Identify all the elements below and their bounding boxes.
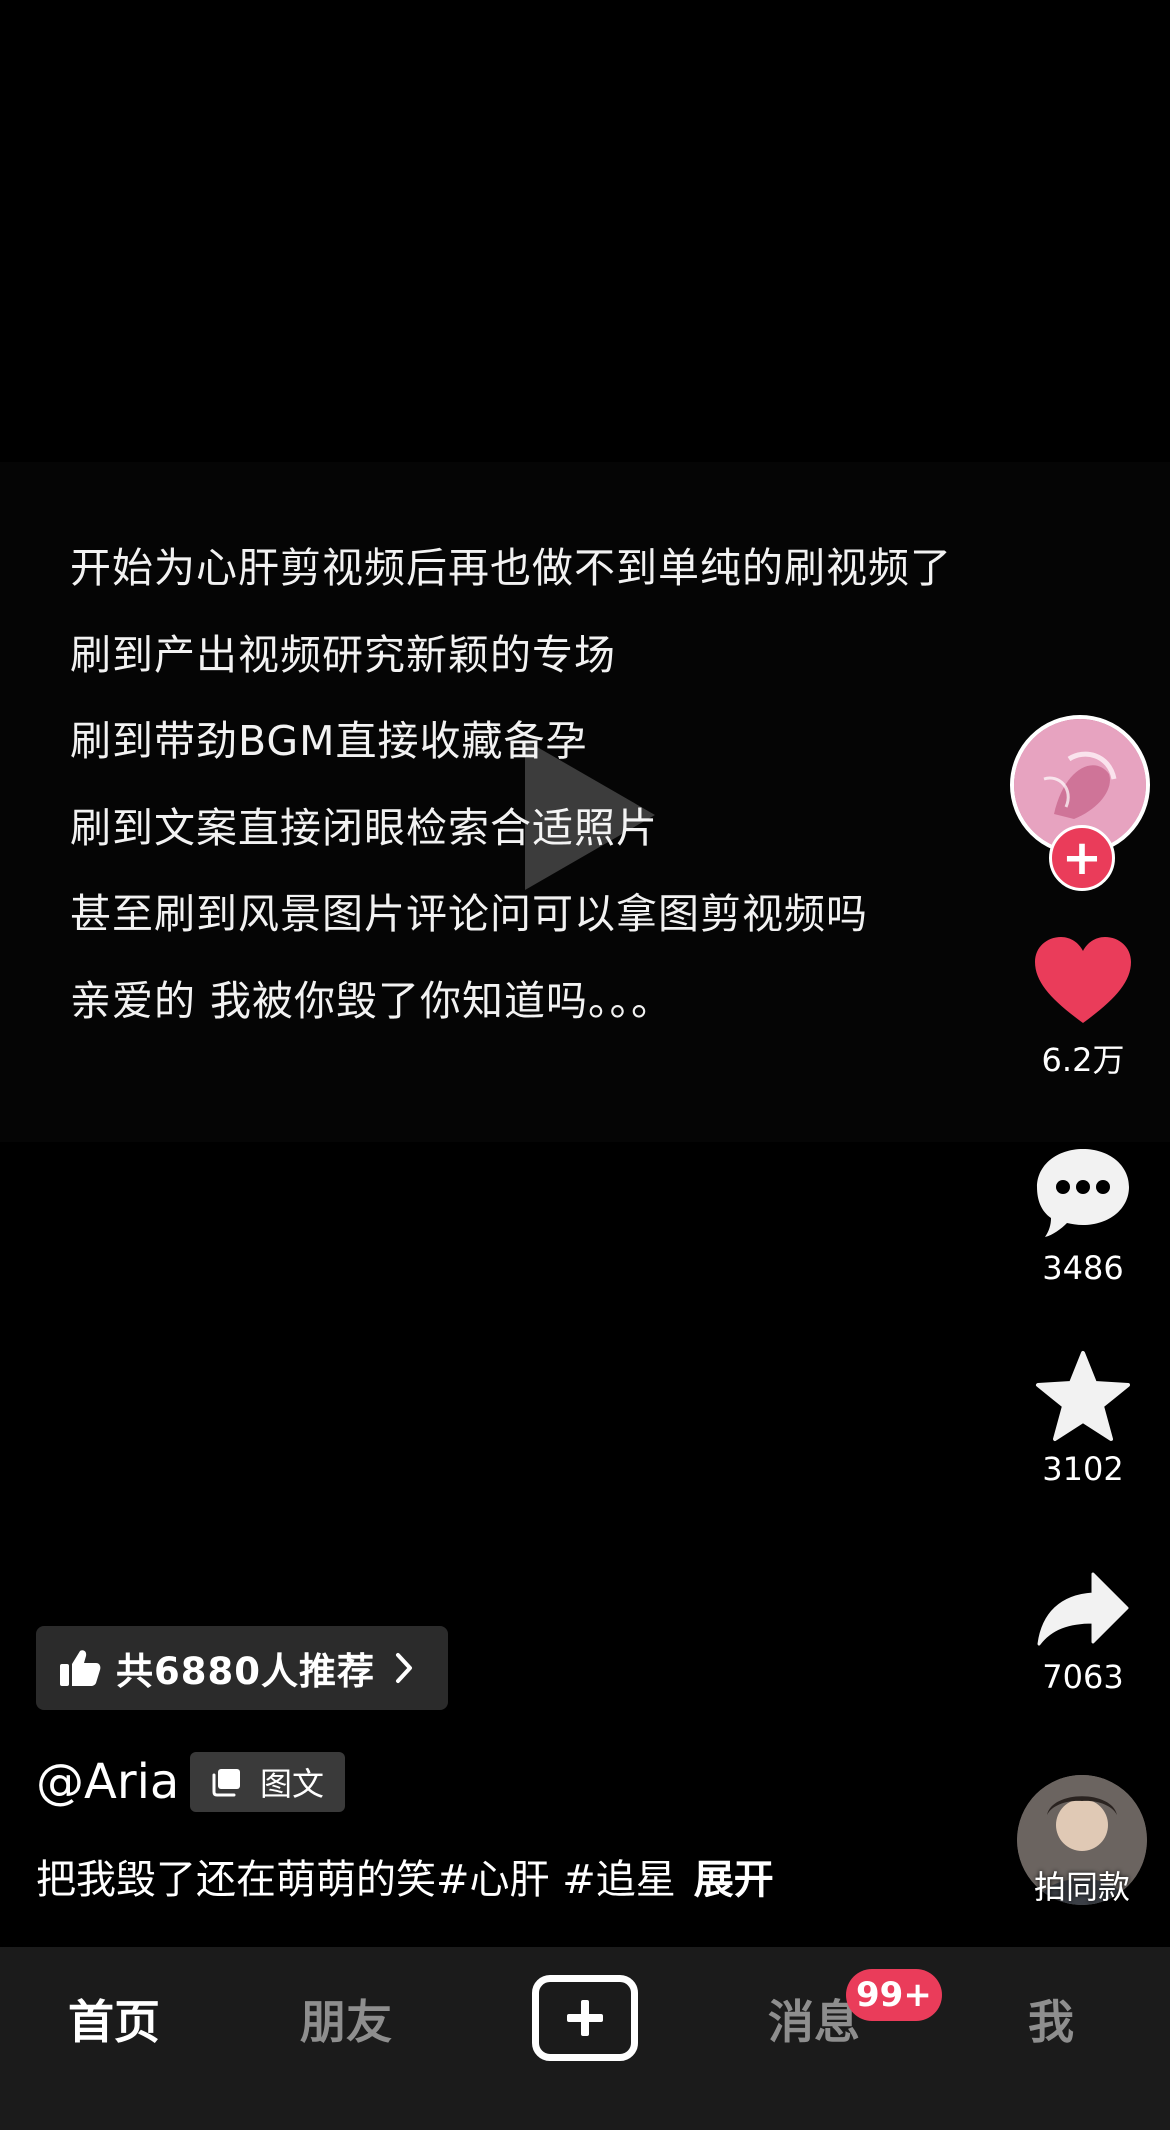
caption-line: 开始为心肝剪视频后再也做不到单纯的刷视频了 — [70, 544, 952, 592]
comment-button[interactable]: 3486 — [1003, 1145, 1163, 1287]
plus-icon: + — [1061, 830, 1103, 886]
notification-badge: 99+ — [846, 1969, 942, 2021]
recommend-pill[interactable]: 共6880人推荐 — [36, 1626, 448, 1710]
heart-icon — [1035, 937, 1131, 1023]
bottom-nav: 首页 朋友 消息 99+ 我 — [0, 1947, 1170, 2130]
like-button[interactable]: 6.2万 — [1003, 935, 1163, 1081]
thumbs-up-icon — [60, 1650, 101, 1686]
comment-count: 3486 — [1042, 1249, 1124, 1287]
nav-friends[interactable]: 朋友 — [300, 1987, 392, 2057]
chevron-right-icon — [395, 1653, 412, 1683]
favorite-button[interactable]: 3102 — [1003, 1350, 1163, 1488]
share-arrow-icon — [1037, 1572, 1129, 1646]
plus-icon — [567, 2000, 603, 2036]
post-description: 把我毁了还在萌萌的笑#心肝 #追星 展开 — [36, 1852, 774, 1908]
create-button[interactable] — [532, 1975, 638, 2061]
author-name[interactable]: @Aria — [36, 1750, 179, 1814]
caption-line: 刷到产出视频研究新颖的专场 — [70, 630, 616, 679]
nav-me[interactable]: 我 — [1028, 1987, 1074, 2057]
caption-line: 亲爱的 我被你毁了你知道吗。。。 — [70, 976, 674, 1025]
hashtag-link[interactable]: #心肝 — [436, 1857, 550, 1903]
post-type-label: 图文 — [260, 1765, 325, 1803]
expand-button[interactable]: 展开 — [694, 1857, 774, 1903]
recommend-count-text: 共6880人推荐 — [116, 1650, 375, 1693]
star-icon — [1036, 1351, 1130, 1441]
share-count: 7063 — [1042, 1658, 1124, 1696]
hashtag-link[interactable]: #追星 — [562, 1857, 676, 1903]
like-count: 6.2万 — [1041, 1041, 1125, 1079]
share-button[interactable]: 7063 — [1003, 1570, 1163, 1696]
favorite-count: 3102 — [1042, 1450, 1124, 1488]
follow-button[interactable]: + — [1049, 825, 1115, 891]
image-post-icon — [212, 1769, 240, 1797]
nav-home[interactable]: 首页 — [68, 1987, 160, 2057]
post-type-badge: 图文 — [190, 1752, 345, 1812]
comment-bubble-icon — [1037, 1149, 1129, 1237]
play-icon[interactable] — [505, 730, 665, 900]
description-text: 把我毁了还在萌萌的笑 — [36, 1857, 436, 1903]
same-style-label[interactable]: 拍同款 — [1000, 1862, 1164, 1908]
